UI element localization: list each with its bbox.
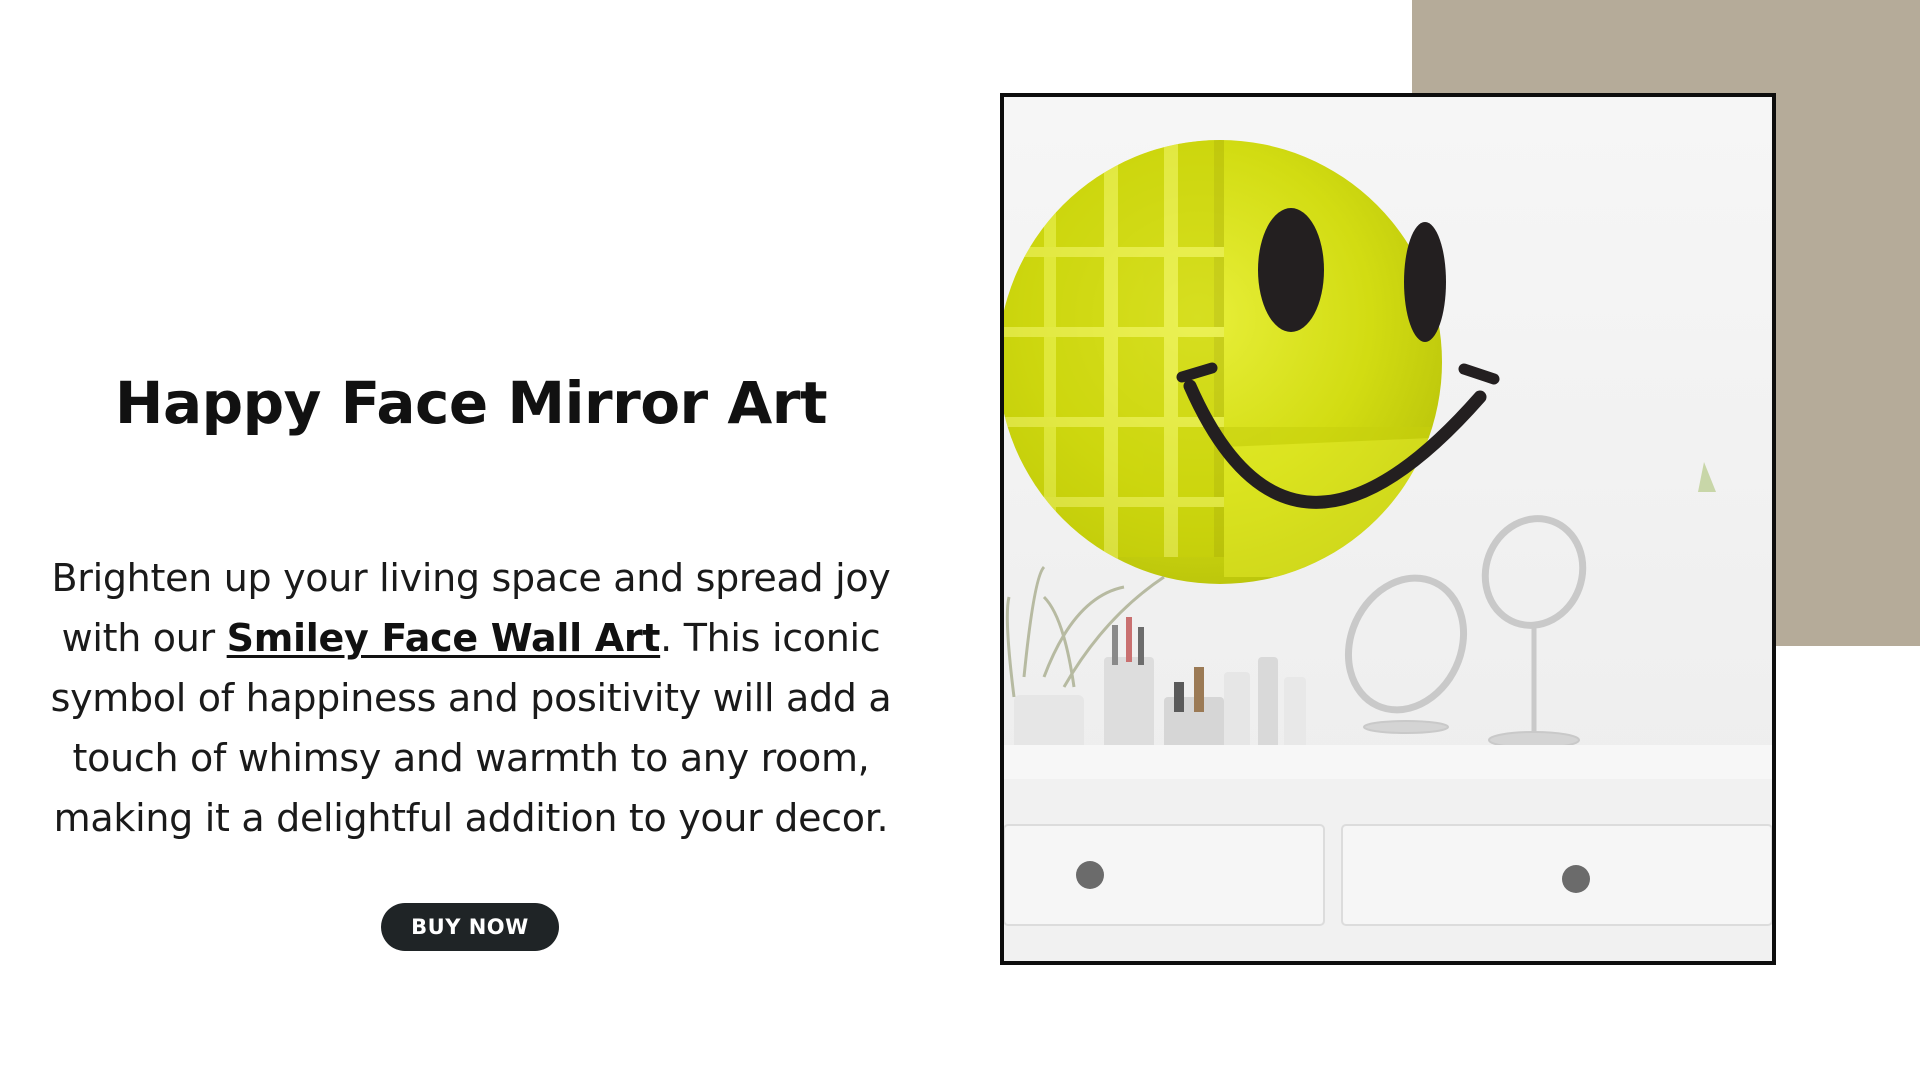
buy-now-button[interactable]: BUY NOW xyxy=(381,903,559,951)
smiley-mirror-scene xyxy=(1004,97,1772,961)
page-title: Happy Face Mirror Art xyxy=(114,369,828,437)
product-photo xyxy=(1000,93,1776,965)
smiley-face-wall-art-link[interactable]: Smiley Face Wall Art xyxy=(227,616,661,660)
drawer-left xyxy=(1004,824,1325,926)
drawer-right xyxy=(1341,824,1772,926)
drawer-knob-right xyxy=(1562,865,1590,893)
right-eye xyxy=(1404,222,1446,342)
drawer-knob-left xyxy=(1076,861,1104,889)
left-eye xyxy=(1258,208,1324,332)
page: Happy Face Mirror Art Brighten up your l… xyxy=(0,0,1920,1080)
vanity-top xyxy=(1004,745,1772,779)
product-description: Brighten up your living space and spread… xyxy=(20,548,922,848)
